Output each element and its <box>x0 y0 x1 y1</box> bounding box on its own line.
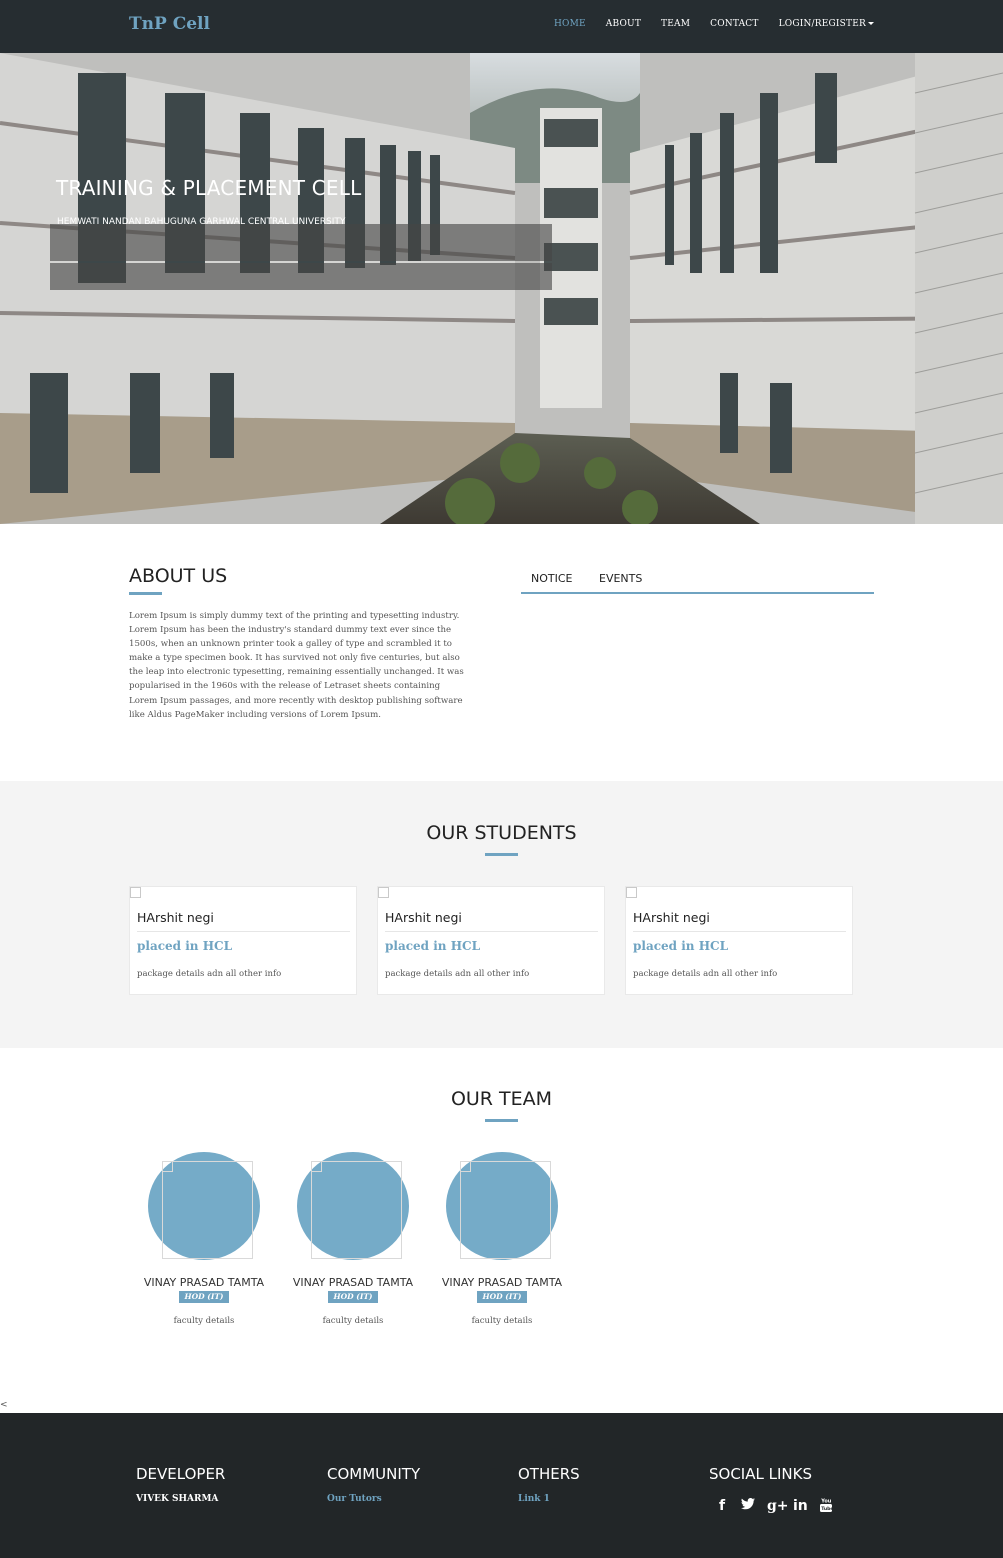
students-title: OUR STUDENTS <box>426 822 577 844</box>
footer-social-heading: SOCIAL LINKS <box>709 1465 812 1483</box>
divider <box>385 931 598 932</box>
footer-developer-heading: DEVELOPER <box>136 1465 226 1483</box>
nav-login-register[interactable]: LOGIN/REGISTER <box>779 19 874 29</box>
navbar: TnP Cell HOME ABOUT TEAM CONTACT LOGIN/R… <box>0 0 1003 53</box>
member-role-badge: HOD (IT) <box>328 1291 378 1303</box>
divider <box>137 931 350 932</box>
member-photo-frame <box>460 1161 551 1259</box>
student-placement: placed in HCL <box>137 939 233 953</box>
member-role-badge: HOD (IT) <box>179 1291 229 1303</box>
student-details: package details adn all other info <box>137 969 282 979</box>
member-details: faculty details <box>322 1316 384 1326</box>
about-title: ABOUT US <box>129 565 228 587</box>
student-card[interactable]: HArshit negi placed in HCL package detai… <box>129 886 357 995</box>
member-details: faculty details <box>173 1316 235 1326</box>
student-photo <box>378 887 389 898</box>
students-title-underline <box>485 853 518 856</box>
svg-text:Tube: Tube <box>821 1506 833 1512</box>
stray-character: < <box>0 1400 8 1410</box>
team-member[interactable]: VINAY PRASAD TAMTA HOD (IT) faculty deta… <box>137 1152 287 1332</box>
student-placement: placed in HCL <box>385 939 481 953</box>
social-icons: f g+ in You Tube <box>715 1498 834 1516</box>
footer-community: COMMUNITY Our Tutors <box>327 1465 420 1504</box>
member-name: VINAY PRASAD TAMTA <box>143 1276 265 1289</box>
student-card[interactable]: HArshit negi placed in HCL package detai… <box>377 886 605 995</box>
facebook-icon[interactable]: f <box>715 1498 729 1516</box>
brand-logo[interactable]: TnP Cell <box>129 14 210 34</box>
student-photo <box>130 887 141 898</box>
nav-home[interactable]: HOME <box>554 19 586 29</box>
team-member[interactable]: VINAY PRASAD TAMTA HOD (IT) faculty deta… <box>286 1152 436 1332</box>
hero-subtitle: HEMWATI NANDAN BAHUGUNA GARHWAL CENTRAL … <box>57 217 346 227</box>
hero-title-backdrop <box>50 224 552 261</box>
team-title: OUR TEAM <box>450 1088 553 1110</box>
member-photo <box>460 1161 471 1172</box>
footer-social: SOCIAL LINKS f g+ in You Tube <box>709 1465 834 1516</box>
nav-about[interactable]: ABOUT <box>606 19 641 29</box>
member-role-badge: HOD (IT) <box>477 1291 527 1303</box>
team-member[interactable]: VINAY PRASAD TAMTA HOD (IT) faculty deta… <box>435 1152 585 1332</box>
student-name: HArshit negi <box>137 910 214 925</box>
footer-others: OTHERS Link 1 <box>518 1465 580 1504</box>
team-title-underline <box>485 1119 518 1122</box>
hero-banner <box>0 53 1003 524</box>
our-tutors-link[interactable]: Our Tutors <box>327 1494 420 1504</box>
student-card[interactable]: HArshit negi placed in HCL package detai… <box>625 886 853 995</box>
nav-menu: HOME ABOUT TEAM CONTACT LOGIN/REGISTER <box>534 19 874 29</box>
hero-title: TRAINING & PLACEMENT CELL <box>56 176 362 200</box>
svg-text:You: You <box>820 1499 832 1505</box>
student-details: package details adn all other info <box>633 969 778 979</box>
member-details: faculty details <box>471 1316 533 1326</box>
link-1[interactable]: Link 1 <box>518 1494 580 1504</box>
youtube-icon[interactable]: You Tube <box>819 1498 834 1516</box>
nav-contact[interactable]: CONTACT <box>710 19 758 29</box>
tab-events[interactable]: EVENTS <box>599 572 642 585</box>
divider <box>633 931 846 932</box>
footer-developer: DEVELOPER VIVEK SHARMA <box>136 1465 225 1504</box>
footer-others-heading: OTHERS <box>518 1465 580 1483</box>
footer-community-heading: COMMUNITY <box>327 1465 421 1483</box>
caret-down-icon <box>868 22 874 25</box>
student-photo <box>626 887 637 898</box>
about-text: Lorem Ipsum is simply dummy text of the … <box>129 611 464 720</box>
student-details: package details adn all other info <box>385 969 530 979</box>
tab-notice[interactable]: NOTICE <box>531 572 572 585</box>
nav-login-register-label: LOGIN/REGISTER <box>778 19 866 29</box>
student-placement: placed in HCL <box>633 939 729 953</box>
member-photo-frame <box>311 1161 402 1259</box>
student-name: HArshit negi <box>633 910 710 925</box>
nav-team[interactable]: TEAM <box>661 19 690 29</box>
google-plus-icon[interactable]: g+ <box>767 1498 789 1516</box>
member-photo <box>162 1161 173 1172</box>
member-photo <box>311 1161 322 1172</box>
about-title-underline <box>129 592 162 595</box>
linkedin-icon[interactable]: in <box>793 1498 808 1516</box>
footer-developer-name: VIVEK SHARMA <box>136 1494 219 1504</box>
student-name: HArshit negi <box>385 910 462 925</box>
twitter-icon[interactable] <box>741 1498 755 1516</box>
member-name: VINAY PRASAD TAMTA <box>292 1276 414 1289</box>
member-photo-frame <box>162 1161 253 1259</box>
member-name: VINAY PRASAD TAMTA <box>441 1276 563 1289</box>
hero-subtitle-backdrop <box>50 263 552 290</box>
notice-events-tabs: NOTICE EVENTS <box>521 572 874 594</box>
